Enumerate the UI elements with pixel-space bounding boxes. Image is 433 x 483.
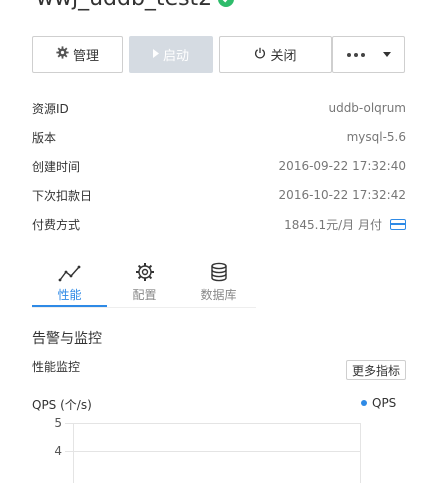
manage-label: 管理 <box>72 49 99 64</box>
info-key: 下次扣款日 <box>32 188 93 203</box>
perf-monitor-title: 性能监控 <box>32 360 81 374</box>
tab-label: 数据库 <box>200 288 237 302</box>
gear-icon <box>56 46 69 63</box>
tab-config[interactable]: 配置 <box>107 252 182 308</box>
info-key: 版本 <box>32 130 57 145</box>
start-label: 启动 <box>162 49 189 64</box>
tab-performance[interactable]: 性能 <box>32 252 107 308</box>
more-metrics-button[interactable]: 更多指标 <box>346 360 407 380</box>
instance-name: wwj_uddb_test2 <box>36 0 212 11</box>
info-key: 创建时间 <box>32 159 81 174</box>
chevron-down-icon <box>382 52 391 57</box>
info-row-created: 创建时间 2016-09-22 17:32:40 <box>32 156 406 176</box>
info-value: 2016-09-22 17:32:40 <box>278 159 406 173</box>
chart-legend[interactable]: QPS <box>361 396 396 410</box>
info-value: mysql-5.6 <box>346 130 406 144</box>
info-key: 付费方式 <box>32 217 81 232</box>
info-row-version: 版本 mysql-5.6 <box>32 127 406 147</box>
start-button[interactable]: 启动 <box>129 36 213 73</box>
tabs-divider <box>32 307 256 308</box>
legend-label: QPS <box>372 396 397 410</box>
info-row-billing: 付费方式 1845.1元/月 月付 <box>32 214 406 234</box>
chart-title: QPS (个/s) <box>32 398 92 412</box>
manage-button[interactable]: 管理 <box>32 36 123 73</box>
status-ok-icon <box>218 0 235 7</box>
more-actions-dropdown[interactable] <box>332 36 405 73</box>
tab-database[interactable]: 数据库 <box>181 252 256 308</box>
info-key: 资源ID <box>32 101 69 116</box>
more-icon <box>346 52 365 57</box>
chart-plot-area <box>73 423 361 483</box>
y-tick-label: 4 <box>54 444 62 458</box>
section-title: 告警与监控 <box>32 331 102 347</box>
y-tick-label: 5 <box>54 416 62 430</box>
database-icon <box>210 258 228 282</box>
detail-tabs: 性能 配置 数据库 <box>32 252 256 308</box>
close-label: 关闭 <box>270 49 297 64</box>
info-value-billing: 1845.1元/月 月付 <box>284 216 406 233</box>
power-icon <box>254 47 266 63</box>
legend-dot <box>361 400 367 406</box>
line-chart-icon <box>58 258 82 282</box>
info-value: 2016-10-22 17:32:42 <box>278 188 406 202</box>
billing-value: 1845.1元/月 月付 <box>284 217 382 232</box>
credit-card-icon[interactable] <box>390 218 406 230</box>
info-row-next-charge: 下次扣款日 2016-10-22 17:32:42 <box>32 185 406 205</box>
close-button[interactable]: 关闭 <box>219 36 332 73</box>
gear-icon <box>135 258 155 282</box>
tab-label: 性能 <box>57 288 82 302</box>
play-icon <box>152 47 159 62</box>
info-row-resource-id: 资源ID uddb-olqrum <box>32 98 406 118</box>
tab-label: 配置 <box>132 288 157 302</box>
instance-title: wwj_uddb_test2 <box>36 0 235 11</box>
info-value: uddb-olqrum <box>328 101 406 115</box>
